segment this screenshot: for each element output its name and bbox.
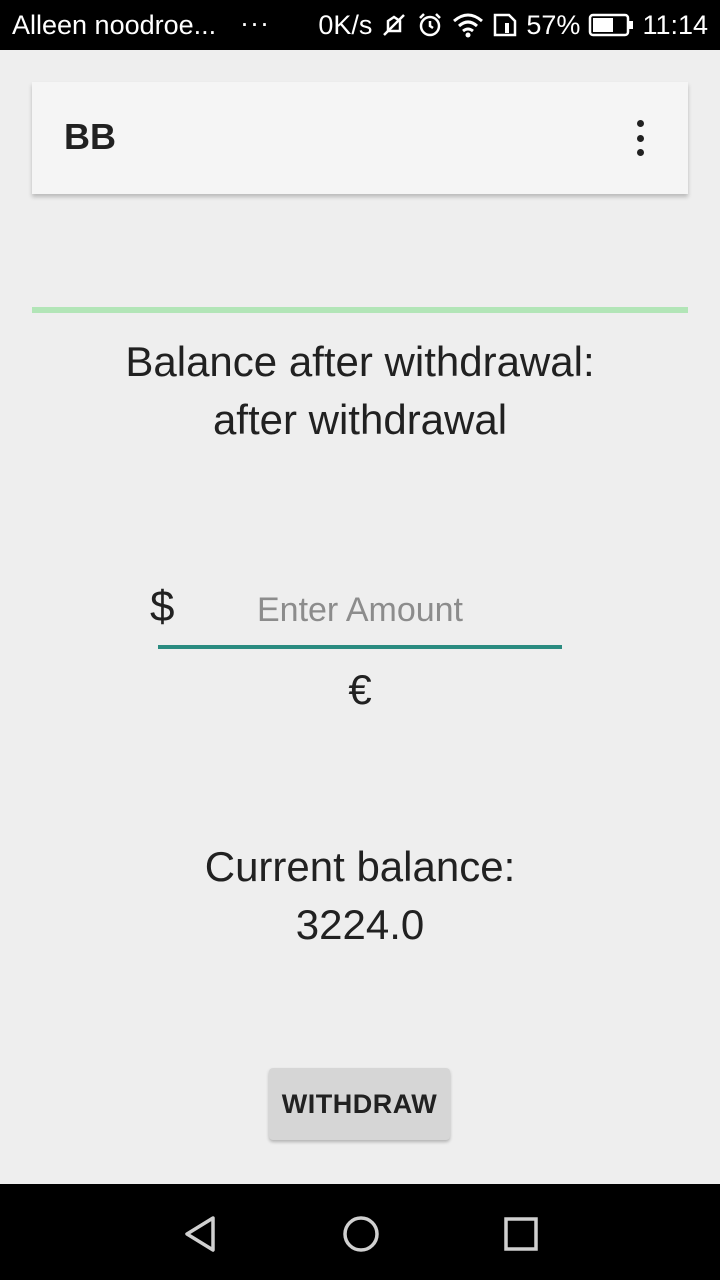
clock: 11:14: [642, 9, 708, 40]
app-bar: BB: [32, 82, 688, 194]
more-notifications-icon: ···: [240, 8, 270, 38]
wifi-icon: [452, 11, 484, 39]
network-speed: 0K/s: [318, 9, 373, 40]
amount-input[interactable]: [158, 582, 562, 638]
overflow-menu-icon[interactable]: [620, 118, 660, 158]
current-balance-label: Current balance:: [204, 843, 516, 890]
mute-icon: [380, 11, 408, 39]
recents-icon[interactable]: [491, 1204, 551, 1264]
balance-after-value: after withdrawal: [212, 396, 508, 443]
amount-input-underline: [158, 645, 562, 649]
carrier-text: Alleen noodroe...: [12, 10, 217, 40]
battery-percent: 57%: [526, 9, 581, 40]
home-icon[interactable]: [331, 1204, 391, 1264]
current-balance-value: 3224.0: [295, 901, 425, 948]
app-title: BB: [64, 116, 116, 157]
balance-after-label: Balance after withdrawal:: [125, 338, 595, 385]
current-balance: Current balance: 3224.0: [0, 838, 720, 954]
balance-after-withdrawal: Balance after withdrawal: after withdraw…: [0, 333, 720, 449]
alarm-icon: [416, 11, 444, 39]
euro-currency-label: €: [348, 666, 372, 713]
withdraw-button[interactable]: WITHDRAW: [269, 1068, 450, 1140]
navigation-bar: [0, 1184, 720, 1280]
sim-icon: [492, 11, 518, 39]
battery-icon: [588, 12, 634, 38]
back-icon[interactable]: [171, 1204, 231, 1264]
status-bar: Alleen noodroe... ··· 0K/s 57% 11:14: [0, 0, 720, 50]
accent-divider: [32, 307, 688, 313]
